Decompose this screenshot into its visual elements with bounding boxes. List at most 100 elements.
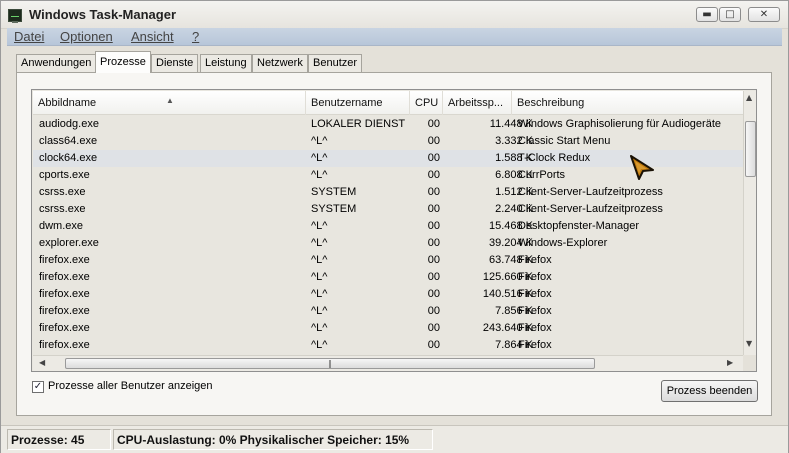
horizontal-scroll-thumb[interactable]: ‖ (65, 358, 595, 369)
scroll-right-icon[interactable]: ▶ (727, 358, 733, 367)
table-row[interactable]: explorer.exe ^L^ 00 39.204 K Windows-Explore… (33, 235, 743, 252)
cpu-cell: 00 (427, 288, 440, 300)
process-name-cell: csrss.exe (39, 186, 86, 198)
tab-dienste[interactable]: Dienste (151, 54, 199, 72)
user-name-cell: ^L^ (311, 271, 328, 283)
column-description[interactable]: Beschreibung (512, 91, 743, 115)
column-image-name-label: Abbildname (38, 97, 97, 109)
menu-ansicht[interactable]: Ansicht (131, 29, 174, 44)
cpu-cell: 00 (427, 186, 440, 198)
show-all-users-label[interactable]: Prozesse aller Benutzer anzeigen (48, 380, 212, 392)
tab-anwendungen[interactable]: Anwendungen (16, 54, 97, 72)
status-bar: Prozesse: 45 CPU-Auslastung: 0% Physikal… (1, 425, 788, 453)
cpu-cell: 00 (427, 254, 440, 266)
user-name-cell: ^L^ (311, 152, 328, 164)
process-name-cell: dwm.exe (39, 220, 84, 232)
process-name-cell: csrss.exe (39, 203, 86, 215)
table-row[interactable]: csrss.exe SYSTEM 00 1.512 K Client-Server-La… (33, 184, 743, 201)
description-cell: Firefox (518, 305, 552, 317)
status-cpu-memory: CPU-Auslastung: 0% Physikalischer Speich… (113, 429, 433, 450)
tab-prozesse[interactable]: Prozesse (95, 51, 151, 73)
description-cell: Firefox (518, 288, 552, 300)
close-button[interactable]: ✕ (748, 7, 780, 22)
end-process-button[interactable]: Prozess beenden (661, 380, 758, 402)
window-title: Windows Task-Manager (29, 7, 176, 22)
cpu-cell: 00 (427, 237, 440, 249)
table-row[interactable]: audiodg.exe LOKALER DIENST 00 11.448 K Windo… (33, 116, 743, 133)
scroll-left-icon[interactable]: ◀ (39, 358, 45, 367)
table-row[interactable]: firefox.exe ^L^ 00 7.856 K Firefox (33, 303, 743, 320)
process-name-cell: clock64.exe (39, 152, 98, 164)
menu-help[interactable]: ? (192, 29, 199, 44)
user-name-cell: ^L^ (311, 254, 328, 266)
cpu-cell: 00 (427, 118, 440, 130)
list-header: Abbildname ▲ Benutzername CPU Arbeitssp.… (33, 91, 743, 115)
table-row[interactable]: firefox.exe ^L^ 00 63.748 K Firefox (33, 252, 743, 269)
table-row[interactable]: firefox.exe ^L^ 00 125.660 K Firefox (33, 269, 743, 286)
cpu-cell: 00 (427, 305, 440, 317)
tab-leistung[interactable]: Leistung (200, 54, 252, 72)
user-name-cell: SYSTEM (311, 186, 357, 198)
description-cell: Client-Server-Laufzeitprozess (518, 186, 663, 198)
task-manager-window: Windows Task-Manager ▬ □ ✕ Datei Optione… (0, 0, 789, 453)
menu-datei[interactable]: Datei (14, 29, 44, 44)
minimize-button[interactable]: ▬ (696, 7, 718, 22)
description-cell: Classic Start Menu (518, 135, 611, 147)
process-name-cell: class64.exe (39, 135, 98, 147)
description-cell: Firefox (518, 322, 552, 334)
cpu-cell: 00 (427, 152, 440, 164)
user-name-cell: ^L^ (311, 322, 328, 334)
process-name-cell: audiodg.exe (39, 118, 99, 130)
column-user-name[interactable]: Benutzername (306, 91, 410, 115)
description-cell: Windows-Explorer (518, 237, 608, 249)
cpu-cell: 00 (427, 135, 440, 147)
show-all-users-checkbox[interactable]: ✓ (32, 381, 44, 393)
title-bar[interactable]: Windows Task-Manager ▬ □ ✕ (1, 1, 788, 29)
process-name-cell: firefox.exe (39, 271, 90, 283)
cpu-cell: 00 (427, 322, 440, 334)
description-cell: Firefox (518, 339, 552, 351)
column-image-name[interactable]: Abbildname ▲ (33, 91, 306, 115)
process-rows: audiodg.exe LOKALER DIENST 00 11.448 K Windo… (33, 116, 743, 354)
horizontal-scrollbar[interactable]: ◀ ‖ ▶ (33, 355, 743, 371)
table-row[interactable]: csrss.exe SYSTEM 00 2.240 K Client-Server-La… (33, 201, 743, 218)
user-name-cell: ^L^ (311, 220, 328, 232)
user-name-cell: ^L^ (311, 339, 328, 351)
description-cell: Firefox (518, 271, 552, 283)
description-cell: Firefox (518, 254, 552, 266)
description-cell: Desktopfenster-Manager (518, 220, 640, 232)
process-name-cell: firefox.exe (39, 339, 90, 351)
mouse-pointer-icon (630, 155, 654, 180)
tab-benutzer[interactable]: Benutzer (308, 54, 363, 72)
column-memory[interactable]: Arbeitssp... (443, 91, 512, 115)
process-name-cell: explorer.exe (39, 237, 99, 249)
user-name-cell: ^L^ (311, 288, 328, 300)
process-name-cell: firefox.exe (39, 288, 90, 300)
cpu-cell: 00 (427, 169, 440, 181)
process-name-cell: cports.exe (39, 169, 90, 181)
cpu-cell: 00 (427, 271, 440, 283)
table-row[interactable]: firefox.exe ^L^ 00 140.516 K Firefox (33, 286, 743, 303)
process-name-cell: firefox.exe (39, 305, 90, 317)
table-row[interactable]: class64.exe ^L^ 00 3.332 K Classic Start Men… (33, 133, 743, 150)
status-process-count: Prozesse: 45 (7, 429, 111, 450)
cpu-cell: 00 (427, 220, 440, 232)
process-list[interactable]: Abbildname ▲ Benutzername CPU Arbeitssp.… (31, 89, 757, 372)
task-manager-icon (8, 9, 22, 23)
menu-optionen[interactable]: Optionen (60, 29, 113, 44)
process-name-cell: firefox.exe (39, 254, 90, 266)
user-name-cell: ^L^ (311, 305, 328, 317)
maximize-button[interactable]: □ (719, 7, 741, 22)
column-cpu[interactable]: CPU (410, 91, 443, 115)
cpu-cell: 00 (427, 203, 440, 215)
vertical-scroll-thumb[interactable] (745, 121, 756, 177)
user-name-cell: ^L^ (311, 237, 328, 249)
table-row[interactable]: firefox.exe ^L^ 00 243.640 K Firefox (33, 320, 743, 337)
tab-netzwerk[interactable]: Netzwerk (252, 54, 308, 72)
sort-ascending-icon: ▲ (166, 96, 174, 105)
table-row[interactable]: dwm.exe ^L^ 00 15.468 K Desktopfenster-Manag… (33, 218, 743, 235)
scroll-down-icon[interactable]: ▼ (746, 339, 752, 348)
table-row[interactable]: firefox.exe ^L^ 00 7.864 K Firefox (33, 337, 743, 354)
scroll-up-icon[interactable]: ▲ (746, 93, 752, 102)
vertical-scrollbar[interactable]: ▲ ▼ (743, 91, 756, 355)
